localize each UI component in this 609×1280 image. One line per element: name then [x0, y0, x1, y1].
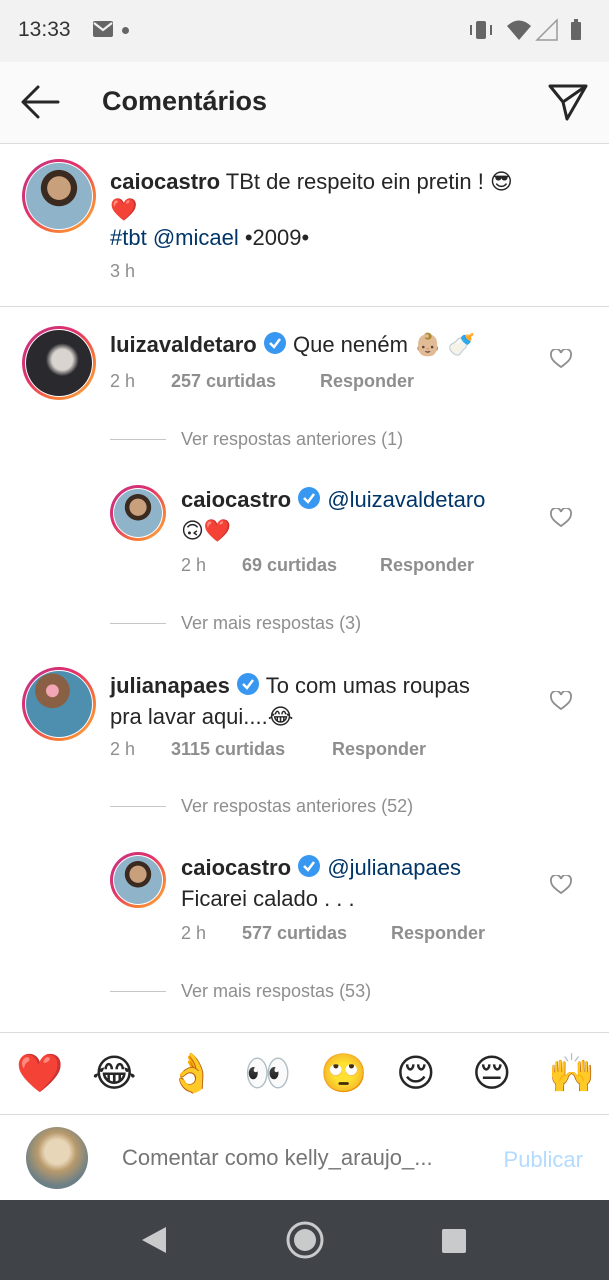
reply-time: 2 h: [181, 555, 207, 575]
comment-body-line2: pra lavar aqui....😂: [110, 704, 294, 729]
signal-icon: [535, 18, 558, 41]
comment-text: luizavaldetaro Que neném 👶🏼 🍼: [110, 331, 540, 362]
reply-username[interactable]: caiocastro: [181, 487, 291, 512]
reply-button[interactable]: Responder: [391, 923, 485, 944]
avatar: [26, 1127, 88, 1189]
caption-time: 3 h: [110, 261, 136, 281]
caption-body: TBt de respeito ein pretin ! 😎: [225, 169, 513, 194]
comment-meta: 2 h 3115 curtidas Responder: [110, 739, 470, 760]
emoji-eyes-button[interactable]: 👀: [244, 1051, 291, 1095]
status-time: 13:33: [18, 18, 71, 41]
comment-time: 2 h: [110, 739, 136, 759]
reply-button[interactable]: Responder: [320, 371, 414, 392]
reply-text: caiocastro @luizavaldetaro 🙃❤️: [181, 486, 541, 545]
comment-time: 2 h: [110, 371, 136, 391]
caption-text: caiocastro TBt de respeito ein pretin ! …: [110, 168, 580, 252]
comment-username[interactable]: julianapaes: [110, 673, 230, 698]
post-caption: caiocastro TBt de respeito ein pretin ! …: [0, 144, 609, 307]
caption-username[interactable]: caiocastro: [110, 169, 220, 194]
reply-button[interactable]: Responder: [332, 739, 426, 760]
emoji-raised-hands-button[interactable]: 🙌: [548, 1051, 595, 1095]
comment-likes[interactable]: 257 curtidas: [171, 371, 276, 392]
vibrate-icon: [470, 21, 492, 39]
emoji-pensive-button[interactable]: 😔: [472, 1051, 512, 1095]
verified-badge-icon: [297, 854, 321, 885]
app-header: Comentários: [0, 62, 609, 144]
avatar[interactable]: [110, 485, 166, 541]
reply-meta: 2 h 577 curtidas Responder: [181, 923, 501, 944]
avatar[interactable]: [22, 667, 96, 741]
battery-icon: [571, 19, 581, 40]
comment-composer: Publicar: [0, 1114, 609, 1200]
comment-body: Que neném 👶🏼 🍼: [292, 332, 475, 357]
status-icons: [467, 16, 591, 51]
reply-time: 2 h: [181, 923, 207, 943]
verified-badge-icon: [236, 672, 260, 703]
reply-username[interactable]: caiocastro: [181, 855, 291, 880]
arrow-left-icon[interactable]: [18, 82, 62, 127]
reply-meta: 2 h 69 curtidas Responder: [181, 555, 501, 576]
caption-body-line2: ❤️: [110, 197, 138, 222]
heart-icon[interactable]: [550, 874, 572, 900]
reply-likes[interactable]: 69 curtidas: [242, 555, 337, 576]
wifi-icon: [507, 20, 531, 40]
comment-text: julianapaes To com umas roupas pra lavar…: [110, 672, 540, 731]
gmail-icon: [92, 20, 114, 43]
view-previous-replies-link[interactable]: Ver respostas anteriores (52): [181, 796, 413, 817]
thread-divider: [110, 991, 166, 992]
caption-hashtag[interactable]: #tbt: [110, 225, 147, 250]
recents-nav-icon[interactable]: [441, 1228, 467, 1259]
avatar[interactable]: [22, 159, 96, 233]
emoji-ok-hand-button[interactable]: 👌: [168, 1051, 215, 1095]
reply-body: 🙃❤️: [181, 518, 232, 543]
back-nav-icon[interactable]: [140, 1225, 168, 1260]
heart-icon[interactable]: [550, 690, 572, 716]
heart-icon[interactable]: [550, 507, 572, 533]
reply-text: caiocastro @julianapaes Ficarei calado .…: [181, 854, 541, 913]
paper-plane-icon[interactable]: [547, 81, 589, 128]
page-title: Comentários: [102, 86, 268, 116]
emoji-laughing-button[interactable]: 😂: [92, 1051, 136, 1095]
publish-button[interactable]: Publicar: [504, 1147, 583, 1173]
home-nav-icon[interactable]: [285, 1220, 325, 1265]
comment-meta: 2 h 257 curtidas Responder: [110, 371, 470, 392]
verified-badge-icon: [263, 331, 287, 362]
emoji-relieved-button[interactable]: 😌: [396, 1051, 436, 1095]
reply-body: Ficarei calado . . .: [181, 886, 355, 911]
comment-input[interactable]: [122, 1145, 462, 1171]
thread-divider: [110, 439, 166, 440]
view-previous-replies-link[interactable]: Ver respostas anteriores (1): [181, 429, 403, 450]
thread-divider: [110, 806, 166, 807]
avatar[interactable]: [110, 852, 166, 908]
emoji-heart-button[interactable]: ❤️: [16, 1051, 63, 1095]
system-navigation-bar: [0, 1200, 609, 1280]
comment-likes[interactable]: 3115 curtidas: [171, 739, 285, 760]
notification-dot-icon: [122, 27, 129, 34]
verified-badge-icon: [297, 486, 321, 517]
status-bar: 13:33: [0, 0, 609, 62]
reply-button[interactable]: Responder: [380, 555, 474, 576]
emoji-eye-roll-button[interactable]: 🙄: [320, 1051, 367, 1095]
reply-likes[interactable]: 577 curtidas: [242, 923, 347, 944]
caption-mention[interactable]: @micael: [153, 225, 239, 250]
comment-body: To com umas roupas: [265, 673, 470, 698]
reply-mention[interactable]: @julianapaes: [327, 855, 461, 880]
thread-divider: [110, 623, 166, 624]
heart-icon[interactable]: [550, 348, 572, 374]
caption-tail: •2009•: [244, 225, 310, 250]
emoji-quick-bar: ❤️ 😂 👌 👀 🙄 😌 😔 🙌: [0, 1032, 609, 1114]
view-more-replies-link[interactable]: Ver mais respostas (53): [181, 981, 371, 1002]
view-more-replies-link[interactable]: Ver mais respostas (3): [181, 613, 361, 634]
comment-username[interactable]: luizavaldetaro: [110, 332, 257, 357]
avatar[interactable]: [22, 326, 96, 400]
reply-mention[interactable]: @luizavaldetaro: [327, 487, 485, 512]
